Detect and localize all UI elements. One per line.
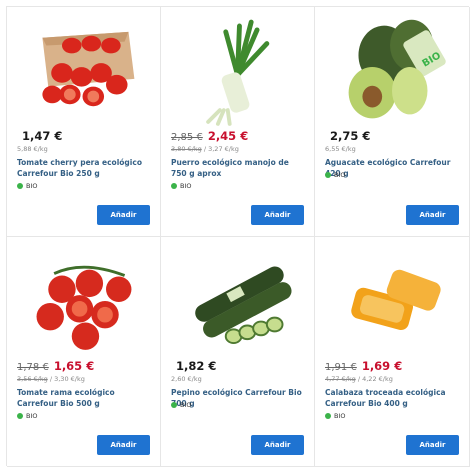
- product-image-cucumber[interactable]: [169, 245, 306, 357]
- unit-price: 2,60 €/kg: [171, 375, 202, 383]
- product-title[interactable]: Calabaza troceada ecológica Carrefour Bi…: [325, 387, 461, 409]
- product-grid: 1,47 € 5,88 €/kg Tomate cherry pera ecol…: [6, 6, 470, 467]
- add-to-cart-button[interactable]: Añadir: [97, 205, 150, 225]
- bio-badge: BIO: [325, 412, 346, 420]
- unit-price: 4,77 €/kg / 4,22 €/kg: [325, 375, 393, 383]
- avocado-icon: BIO: [348, 19, 446, 119]
- product-image-avocado[interactable]: BIO: [323, 15, 461, 127]
- bio-dot-icon: [171, 402, 177, 408]
- unit-price: 3,56 €/kg / 3,30 €/kg: [17, 375, 85, 383]
- bio-badge: BIO: [17, 412, 38, 420]
- cherry-tomatoes-icon: [42, 31, 135, 107]
- price: 1,69 €: [361, 359, 403, 373]
- bio-badge: BIO: [171, 182, 192, 190]
- unit-price: 6,55 €/kg: [325, 145, 356, 153]
- product-card: 1,47 € 5,88 €/kg Tomate cherry pera ecol…: [7, 7, 161, 237]
- product-image-squash[interactable]: [323, 245, 461, 357]
- bio-dot-icon: [17, 183, 23, 189]
- squash-pieces-icon: [351, 269, 441, 331]
- product-title[interactable]: Puerro ecológico manojo de 750 g aprox: [171, 157, 306, 179]
- price: 1,65 €: [53, 359, 95, 373]
- vine-tomatoes-icon: [36, 265, 132, 350]
- old-price: 1,91 €: [325, 362, 357, 373]
- bio-dot-icon: [325, 413, 331, 419]
- add-to-cart-button[interactable]: Añadir: [251, 435, 304, 455]
- product-card: 1,91 € 1,69 € 4,77 €/kg / 4,22 €/kg Cala…: [315, 237, 470, 467]
- price: 1,47 €: [22, 129, 63, 143]
- cucumber-icon: [195, 266, 292, 345]
- product-image-vine-tomatoes[interactable]: [15, 245, 152, 357]
- product-card: 1,78 € 1,65 € 3,56 €/kg / 3,30 €/kg Toma…: [7, 237, 161, 467]
- bio-dot-icon: [325, 172, 331, 178]
- price: 2,45 €: [207, 129, 249, 143]
- product-title[interactable]: Tomate rama ecológico Carrefour Bio 500 …: [17, 387, 152, 409]
- bio-badge: BIO: [325, 171, 346, 179]
- add-to-cart-button[interactable]: Añadir: [406, 205, 459, 225]
- bio-badge: BIO: [171, 401, 192, 409]
- bio-badge: BIO: [17, 182, 38, 190]
- add-to-cart-button[interactable]: Añadir: [97, 435, 150, 455]
- unit-price: 3,80 €/kg / 3,27 €/kg: [171, 145, 239, 153]
- add-to-cart-button[interactable]: Añadir: [406, 435, 459, 455]
- price: 2,75 €: [330, 129, 371, 143]
- product-card: BIO 2,75 € 6,55 €/kg Aguacate ecológico …: [315, 7, 470, 237]
- old-price: 1,78 €: [17, 362, 49, 373]
- leek-icon: [206, 19, 270, 126]
- old-price: 2,85 €: [171, 132, 203, 143]
- bio-dot-icon: [17, 413, 23, 419]
- add-to-cart-button[interactable]: Añadir: [251, 205, 304, 225]
- product-title[interactable]: Tomate cherry pera ecológico Carrefour B…: [17, 157, 152, 179]
- product-card: 1,82 € 2,60 €/kg Pepino ecológico Carref…: [161, 237, 315, 467]
- unit-price: 5,88 €/kg: [17, 145, 48, 153]
- price: 1,82 €: [176, 359, 217, 373]
- product-card: 2,85 € 2,45 € 3,80 €/kg / 3,27 €/kg Puer…: [161, 7, 315, 237]
- product-image-leek[interactable]: [169, 15, 306, 127]
- bio-dot-icon: [171, 183, 177, 189]
- product-image-cherry-tomatoes[interactable]: [15, 15, 152, 127]
